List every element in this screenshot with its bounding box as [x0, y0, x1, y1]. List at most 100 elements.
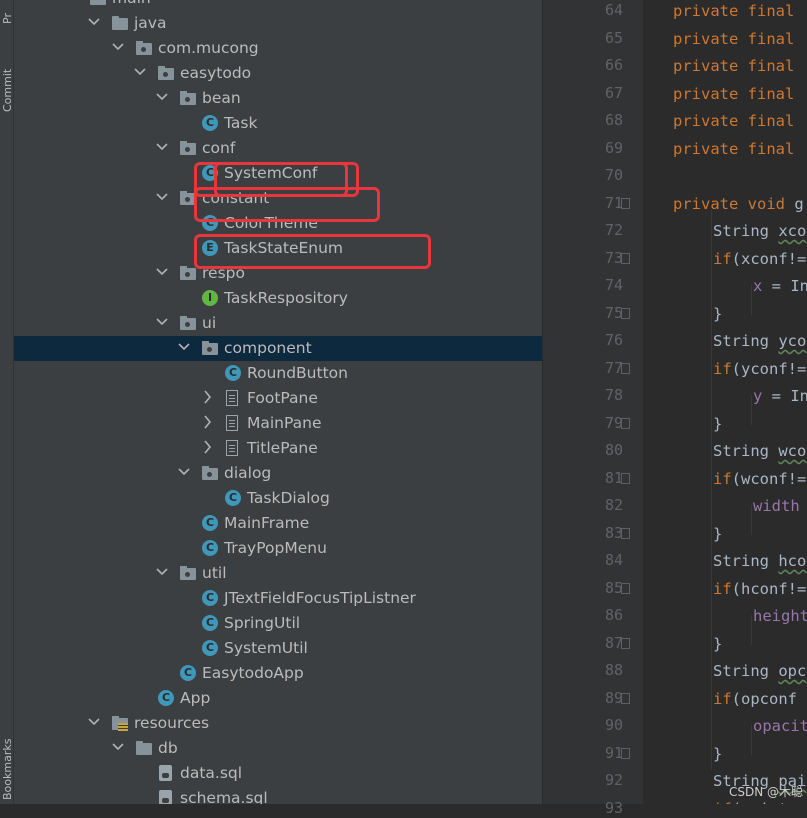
line-number: 90 — [604, 716, 623, 734]
line-number: 67 — [604, 83, 623, 102]
line-number: 84 — [604, 551, 623, 569]
tree-row-component[interactable]: component — [14, 336, 542, 361]
code-line: opacit — [753, 717, 807, 735]
tree-row-mainframe[interactable]: C MainFrame — [14, 511, 542, 536]
tree-item-label: db — [158, 739, 178, 757]
indent-guide — [751, 615, 752, 645]
tree-row-easytodoapp[interactable]: C EasytodoApp — [14, 661, 542, 686]
line-number: 80 — [604, 441, 623, 459]
tree-row-taskdialog[interactable]: C TaskDialog — [14, 486, 542, 511]
watermark: CSDN @木聪 — [728, 785, 803, 799]
tree-item-label: util — [202, 564, 227, 582]
tree-row-java[interactable]: java — [14, 11, 542, 36]
fold-marker-icon[interactable] — [621, 692, 630, 704]
line-number: 70 — [604, 166, 623, 184]
indent-guide — [751, 725, 752, 755]
tree-row-taskrespository[interactable]: I TaskRespository — [14, 286, 542, 311]
code-line: if(yconf!= — [713, 359, 807, 378]
tree-row-mainpane[interactable]: MainPane — [14, 411, 542, 436]
commit-tool-tab[interactable]: Commit — [0, 50, 14, 140]
tree-row-schema-sql[interactable]: schema.sql — [14, 786, 542, 804]
fold-marker-icon[interactable] — [621, 637, 630, 649]
bookmarks-tool-tab[interactable]: Bookmarks — [0, 700, 14, 804]
code-line: String wco — [713, 442, 807, 460]
fold-marker-icon[interactable] — [621, 472, 630, 484]
tree-row-dialog[interactable]: dialog — [14, 461, 542, 486]
chevron-down-icon[interactable] — [156, 90, 168, 104]
chevron-down-icon[interactable] — [156, 140, 168, 154]
fold-marker-icon[interactable] — [621, 417, 630, 429]
chevron-down-icon[interactable] — [134, 65, 146, 79]
tree-row-app[interactable]: C App — [14, 686, 542, 711]
package-icon — [180, 565, 196, 581]
tree-row-task[interactable]: C Task — [14, 111, 542, 136]
chevron-right-icon[interactable] — [201, 440, 213, 454]
tree-row-roundbutton[interactable]: C RoundButton — [14, 361, 542, 386]
chevron-down-icon[interactable] — [88, 15, 100, 29]
tree-row-jtextfieldfocustiplistner[interactable]: C JTextFieldFocusTipListner — [14, 586, 542, 611]
chevron-down-icon[interactable] — [156, 265, 168, 279]
tree-item-label: TaskDialog — [247, 489, 330, 507]
chevron-right-icon[interactable] — [201, 415, 213, 429]
tree-row-resources[interactable]: resources — [14, 711, 542, 736]
tree-row-util[interactable]: util — [14, 561, 542, 586]
project-tree[interactable]: main java com.mucong easytodo bean C Task conf C… — [14, 0, 542, 804]
chevron-down-icon[interactable] — [88, 715, 100, 729]
folder-icon — [136, 740, 152, 756]
tree-item-label: JTextFieldFocusTipListner — [224, 589, 416, 607]
code-line: } — [713, 414, 723, 433]
fold-marker-icon[interactable] — [621, 582, 630, 594]
chevron-down-icon[interactable] — [156, 315, 168, 329]
code-editor[interactable]: private final private final private final p… — [643, 0, 807, 804]
line-number: 86 — [604, 606, 623, 624]
code-line: if(xconf!= — [713, 249, 807, 268]
fold-marker-icon[interactable] — [621, 307, 630, 319]
tree-item-label: Task — [224, 114, 258, 132]
fold-marker-icon[interactable] — [621, 252, 630, 264]
tree-item-label: dialog — [224, 464, 272, 482]
indent-guide — [751, 285, 752, 315]
chevron-right-icon[interactable] — [201, 390, 213, 404]
file-icon — [225, 390, 241, 406]
tree-row-titlepane[interactable]: TitlePane — [14, 436, 542, 461]
line-number: 82 — [604, 496, 623, 514]
fold-marker-icon[interactable] — [621, 197, 630, 209]
tree-row-easytodo[interactable]: easytodo — [14, 61, 542, 86]
chevron-down-icon[interactable] — [66, 0, 78, 4]
code-line: private final — [673, 2, 795, 20]
tree-row-db[interactable]: db — [14, 736, 542, 761]
fold-marker-icon[interactable] — [621, 747, 630, 759]
tree-item-label: conf — [202, 139, 236, 157]
tree-item-label: schema.sql — [180, 789, 268, 804]
tree-row-ui[interactable]: ui — [14, 311, 542, 336]
class-icon: C — [202, 540, 218, 556]
tree-row-data-sql[interactable]: data.sql — [14, 761, 542, 786]
tree-item-label: MainFrame — [224, 514, 310, 532]
tree-row-traypopmenu[interactable]: C TrayPopMenu — [14, 536, 542, 561]
line-number: 65 — [604, 28, 623, 47]
chevron-down-icon[interactable] — [156, 565, 168, 579]
line-number: 88 — [604, 661, 623, 679]
folder-icon — [112, 15, 128, 31]
tree-row-com-mucong[interactable]: com.mucong — [14, 36, 542, 61]
project-tool-tab[interactable]: Pr — [0, 0, 14, 30]
tree-row-footpane[interactable]: FootPane — [14, 386, 542, 411]
tree-row-main[interactable]: main — [14, 0, 542, 11]
code-line: } — [713, 634, 723, 653]
line-number: 92 — [604, 771, 623, 789]
fold-marker-icon[interactable] — [621, 362, 630, 374]
code-line: if(hconf!= — [713, 579, 807, 598]
tree-row-systemutil[interactable]: C SystemUtil — [14, 636, 542, 661]
chevron-down-icon[interactable] — [112, 740, 124, 754]
tree-row-springutil[interactable]: C SpringUtil — [14, 611, 542, 636]
tree-row-conf[interactable]: conf — [14, 136, 542, 161]
chevron-down-icon[interactable] — [112, 40, 124, 54]
code-line: private final — [673, 112, 795, 130]
chevron-down-icon[interactable] — [178, 465, 190, 479]
code-line: private final — [673, 29, 795, 48]
chevron-down-icon[interactable] — [178, 340, 190, 354]
chevron-down-icon[interactable] — [156, 190, 168, 204]
tree-row-bean[interactable]: bean — [14, 86, 542, 111]
fold-marker-icon[interactable] — [621, 527, 630, 539]
line-number: 76 — [604, 331, 623, 349]
